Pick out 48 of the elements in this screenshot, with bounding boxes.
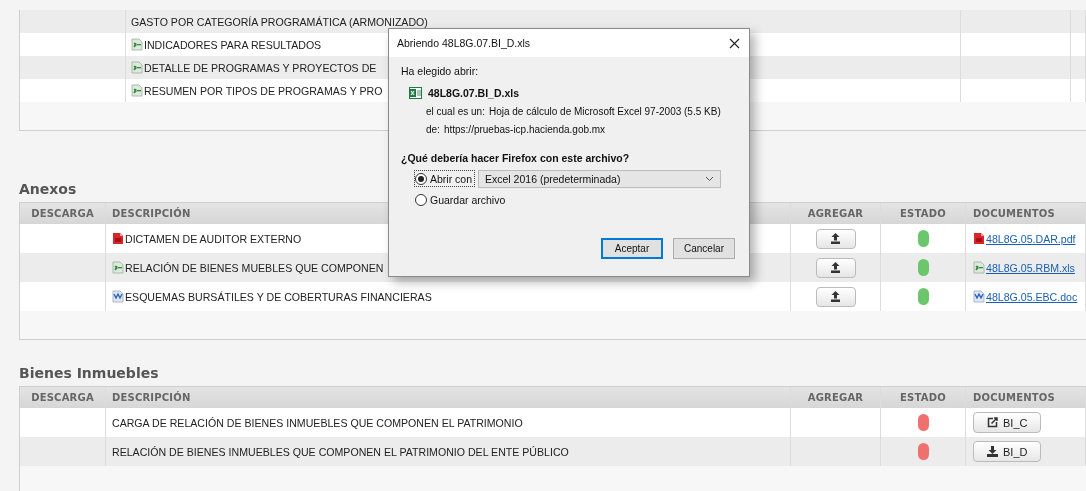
table-cell: RELACIÓN DE BIENES INMUEBLES QUE COMPONEN EL PATRIMONIO DEL ENTE PÚBLICO	[112, 445, 569, 458]
document-file-icon	[973, 290, 985, 303]
spreadsheet-file-icon	[112, 261, 124, 274]
table-cell: DETALLE DE PROGRAMAS Y PROYECTOS DE	[144, 61, 377, 74]
field-label: el cual es un:	[426, 105, 485, 117]
table-cell: ESQUEMAS BURSÁTILES Y DE COBERTURAS FINANCIERAS	[125, 290, 432, 303]
dialog-text: Ha elegido abrir:	[401, 65, 480, 79]
upload-icon	[830, 291, 841, 302]
spreadsheet-file-icon	[131, 61, 143, 74]
document-link[interactable]: 48L8G.05.DAR.pdf	[986, 232, 1076, 245]
close-icon[interactable]	[729, 37, 740, 49]
chevron-down-icon	[705, 175, 714, 182]
radio-option[interactable]: Abrir con	[415, 171, 474, 186]
dialog-question: ¿Qué debería hacer Firefox con este archivo?	[401, 152, 631, 167]
document-button[interactable]: BI_C	[973, 412, 1042, 433]
file-name: 48L8G.07.BI_D.xls	[428, 87, 520, 99]
download-icon	[987, 446, 998, 457]
document-link[interactable]: 48L8G.05.EBC.doc	[986, 290, 1078, 303]
document-link[interactable]: 48L8G.05.RBM.xls	[986, 261, 1075, 274]
file-type-text: Hoja de cálculo de Microsoft Excel 97-2003 (5.5 KB)	[488, 105, 721, 117]
document-file-icon	[112, 290, 124, 303]
spreadsheet-file-icon	[973, 261, 985, 274]
spreadsheet-file-icon	[131, 38, 143, 51]
table-cell: GASTO POR CATEGORÍA PROGRAMÁTICA (ARMONIZADO)	[131, 15, 428, 28]
table-cell: CARGA DE RELACIÓN DE BIENES INMUEBLES QUE COMPONEN EL PATRIMONIO	[112, 416, 523, 429]
upload-icon	[830, 262, 841, 273]
document-button[interactable]: BI_D	[973, 441, 1042, 462]
dialog-button[interactable]: Cancelar	[673, 238, 735, 259]
field-label: de:	[426, 123, 440, 135]
spreadsheet-file-icon	[131, 84, 143, 97]
table-cell: RESUMEN POR TIPOS DE PROGRAMAS Y PRO	[144, 84, 383, 97]
upload-button[interactable]	[815, 286, 856, 307]
source-url: https://pruebas-icp.hacienda.gob.mx	[443, 123, 606, 135]
pdf-file-icon	[973, 232, 985, 245]
upload-button[interactable]	[815, 228, 856, 249]
upload-icon	[830, 233, 841, 244]
table-cell: RELACIÓN DE BIENES MUEBLES QUE COMPONEN	[125, 261, 384, 274]
table-cell: DICTAMEN DE AUDITOR EXTERNO	[125, 232, 302, 245]
application-dropdown[interactable]: Excel 2016 (predeterminada)	[478, 169, 721, 188]
pdf-file-icon	[112, 232, 124, 245]
dialog-button[interactable]: Aceptar	[601, 238, 663, 259]
table-cell: INDICADORES PARA RESULTADOS	[144, 38, 322, 51]
dialog-title: Abriendo 48L8G.07.BI_D.xls	[397, 37, 531, 49]
edit-icon	[987, 417, 998, 428]
spreadsheet-file-icon	[409, 87, 422, 99]
section-heading: Anexos	[19, 181, 78, 198]
section-heading: Bienes Inmuebles	[19, 365, 160, 382]
upload-button[interactable]	[815, 257, 856, 278]
